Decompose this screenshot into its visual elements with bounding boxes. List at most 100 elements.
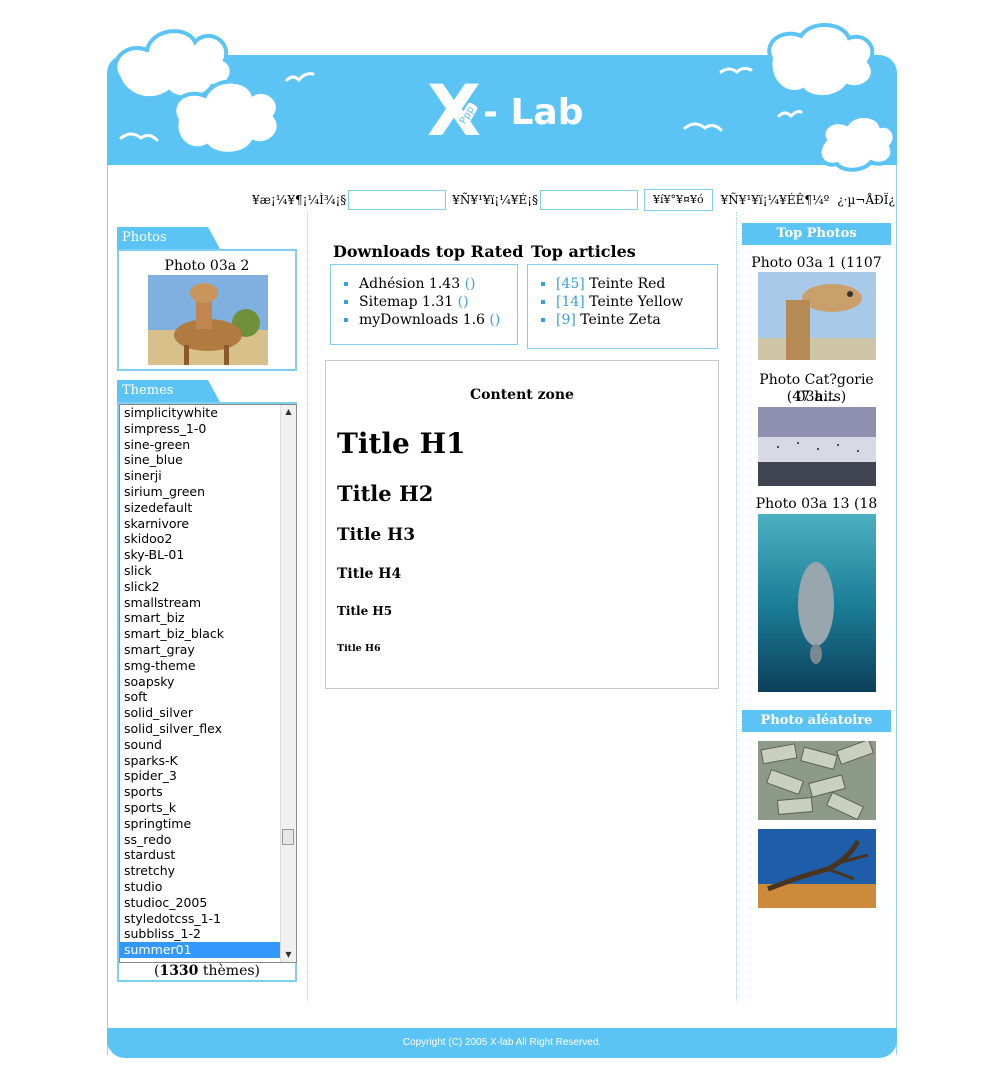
article-item[interactable]: [9] Teinte Zeta bbox=[556, 311, 717, 329]
theme-option[interactable]: sirium_green bbox=[120, 484, 296, 500]
top-photo-birds[interactable] bbox=[758, 407, 876, 486]
password-input[interactable] bbox=[540, 190, 639, 210]
theme-option[interactable]: sine_blue bbox=[120, 452, 296, 468]
login-bar: ¥æ¡¼¥¶¡¼Ì¾¡§ ¥Ñ¥¹¥ï¡¼¥É¡§ ¥í¥°¥¤¥ó ¥Ñ¥¹¥… bbox=[252, 189, 895, 211]
download-item[interactable]: Sitemap 1.31 () bbox=[359, 293, 517, 311]
downloads-box: Adhésion 1.43 ()Sitemap 1.31 ()myDownloa… bbox=[330, 264, 518, 345]
theme-option[interactable]: sky-BL-01 bbox=[120, 547, 296, 563]
download-label[interactable]: Sitemap 1.31 bbox=[359, 294, 453, 310]
heading-h1: Title H1 bbox=[337, 427, 466, 460]
top-photo-camel[interactable] bbox=[758, 272, 876, 360]
top-photos-title: Top Photos bbox=[742, 223, 891, 245]
theme-option[interactable]: smart_biz_black bbox=[120, 626, 296, 642]
downloads-list: Adhésion 1.43 ()Sitemap 1.31 ()myDownloa… bbox=[331, 275, 517, 329]
theme-option[interactable]: simpress_1-0 bbox=[120, 421, 296, 437]
random-photo-title: Photo aléatoire bbox=[742, 710, 891, 732]
recent-photos-box: Photo 03a 2 (12/04/2009) bbox=[117, 249, 297, 371]
theme-option[interactable]: solid_silver bbox=[120, 705, 296, 721]
theme-option[interactable]: spider_3 bbox=[120, 768, 296, 784]
theme-option[interactable]: smart_gray bbox=[120, 642, 296, 658]
left-column-divider bbox=[307, 212, 308, 1002]
theme-option[interactable]: sound bbox=[120, 737, 296, 753]
password-label: ¥Ñ¥¹¥ï¡¼¥É¡§ bbox=[452, 193, 539, 207]
theme-option[interactable]: summer01 bbox=[120, 942, 296, 958]
download-link[interactable]: () bbox=[489, 312, 500, 328]
scroll-down-arrow[interactable]: ▼ bbox=[281, 948, 296, 962]
theme-select[interactable]: simplicitywhite simpress_1-0 sine-green sin… bbox=[119, 404, 297, 963]
theme-option[interactable]: studioc_2005 bbox=[120, 895, 296, 911]
article-count[interactable]: [14] bbox=[556, 294, 585, 310]
heading-h3: Title H3 bbox=[337, 525, 416, 545]
scroll-up-arrow[interactable]: ▲ bbox=[281, 405, 296, 419]
scroll-thumb[interactable] bbox=[282, 829, 294, 845]
content-zone-title: Content zone bbox=[470, 387, 574, 403]
logo-text: - Lab bbox=[483, 92, 584, 133]
heading-h6: Title H6 bbox=[337, 643, 381, 654]
top-photo-caption-2-hits: (47 hits) bbox=[786, 389, 847, 405]
theme-option[interactable]: sinerji bbox=[120, 468, 296, 484]
theme-option[interactable]: smart_biz bbox=[120, 610, 296, 626]
theme-option[interactable]: solid_silver_flex bbox=[120, 721, 296, 737]
footer: Copyright (C) 2005 X-lab All Right Reser… bbox=[107, 1028, 897, 1058]
theme-option[interactable]: stretchy bbox=[120, 863, 296, 879]
articles-box: [45] Teinte Red[14] Teinte Yellow[9] Tei… bbox=[527, 264, 718, 349]
article-item[interactable]: [45] Teinte Red bbox=[556, 275, 717, 293]
theme-option[interactable]: simplicitywhite bbox=[120, 405, 296, 421]
theme-option[interactable]: styledotcss_1-1 bbox=[120, 911, 296, 927]
article-label[interactable]: Teinte Zeta bbox=[580, 312, 660, 328]
recent-photo-camel[interactable] bbox=[148, 275, 268, 365]
theme-option[interactable]: sports_k bbox=[120, 800, 296, 816]
download-label[interactable]: myDownloads 1.6 bbox=[359, 312, 485, 328]
themes-title: Themes bbox=[117, 380, 220, 402]
theme-option[interactable]: soft bbox=[120, 689, 296, 705]
theme-option[interactable]: sports bbox=[120, 784, 296, 800]
username-input[interactable] bbox=[348, 190, 447, 210]
register-link[interactable]: ¿·µ¬ÅÐÏ¿ bbox=[837, 193, 895, 207]
download-link[interactable]: () bbox=[458, 294, 469, 310]
article-label[interactable]: Teinte Red bbox=[589, 276, 665, 292]
downloads-title: Downloads top Rated bbox=[333, 242, 524, 261]
theme-count-number: 1330 bbox=[159, 963, 199, 979]
download-item[interactable]: Adhésion 1.43 () bbox=[359, 275, 517, 293]
theme-option[interactable]: sizedefault bbox=[120, 500, 296, 516]
recent-photos-title: Photos récentes bbox=[117, 227, 220, 267]
theme-option[interactable]: skarnivore bbox=[120, 516, 296, 532]
content-zone: Content zone Title H1 Title H2 Title H3 … bbox=[325, 360, 719, 689]
theme-option[interactable]: ss_redo bbox=[120, 832, 296, 848]
login-button[interactable]: ¥í¥°¥¤¥ó bbox=[644, 189, 713, 211]
theme-option[interactable]: slick bbox=[120, 563, 296, 579]
download-item[interactable]: myDownloads 1.6 () bbox=[359, 311, 517, 329]
heading-h4: Title H4 bbox=[337, 566, 402, 582]
articles-title: Top articles bbox=[531, 242, 636, 261]
theme-count: (1330 thèmes) bbox=[117, 963, 297, 979]
theme-option[interactable]: springtime bbox=[120, 816, 296, 832]
random-photo-money[interactable] bbox=[758, 741, 876, 820]
article-item[interactable]: [14] Teinte Yellow bbox=[556, 293, 717, 311]
theme-scrollbar[interactable]: ▲ ▼ bbox=[280, 405, 296, 962]
heading-h2: Title H2 bbox=[337, 481, 434, 506]
random-photo-tree[interactable] bbox=[758, 829, 876, 908]
theme-option[interactable]: sine-green bbox=[120, 437, 296, 453]
theme-option[interactable]: smg-theme bbox=[120, 658, 296, 674]
lost-password-link[interactable]: ¥Ñ¥¹¥ï¡¼¥ÉÊ¶¼º bbox=[721, 193, 830, 207]
article-count[interactable]: [9] bbox=[556, 312, 576, 328]
theme-option[interactable]: skidoo2 bbox=[120, 531, 296, 547]
theme-count-suffix: thèmes) bbox=[198, 963, 261, 979]
theme-option[interactable]: studio bbox=[120, 879, 296, 895]
heading-h5: Title H5 bbox=[337, 604, 393, 618]
right-column-divider bbox=[736, 212, 737, 1002]
article-count[interactable]: [45] bbox=[556, 276, 585, 292]
articles-list: [45] Teinte Red[14] Teinte Yellow[9] Tei… bbox=[528, 275, 717, 329]
theme-option[interactable]: sparks-K bbox=[120, 753, 296, 769]
top-photo-dolphin[interactable] bbox=[758, 514, 876, 692]
download-link[interactable]: () bbox=[465, 276, 476, 292]
theme-option[interactable]: subbliss_1-2 bbox=[120, 926, 296, 942]
theme-option[interactable]: soapsky bbox=[120, 674, 296, 690]
page: X Ppp - Lab ¥æ¡¼¥¶¡¼Ì¾¡§ ¥Ñ¥¹¥ï¡¼¥É¡§ ¥í… bbox=[107, 20, 897, 1058]
download-label[interactable]: Adhésion 1.43 bbox=[359, 276, 460, 292]
article-label[interactable]: Teinte Yellow bbox=[589, 294, 683, 310]
theme-option[interactable]: smallstream bbox=[120, 595, 296, 611]
username-label: ¥æ¡¼¥¶¡¼Ì¾¡§ bbox=[252, 193, 347, 207]
theme-option[interactable]: slick2 bbox=[120, 579, 296, 595]
theme-option[interactable]: stardust bbox=[120, 847, 296, 863]
